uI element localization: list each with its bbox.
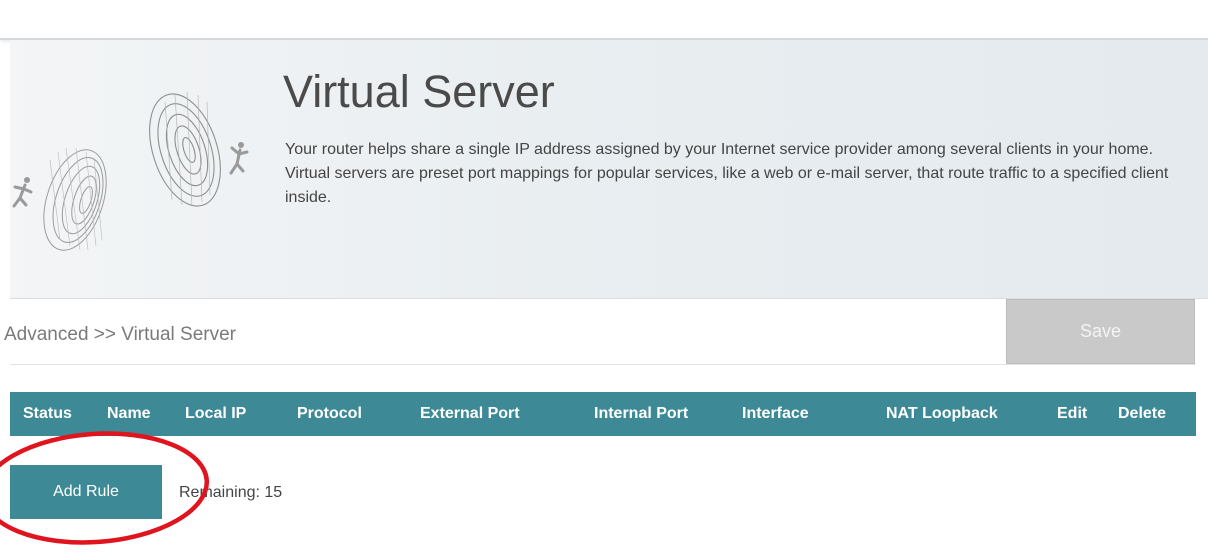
top-bar [0, 0, 1208, 40]
page-description: Your router helps share a single IP addr… [285, 141, 1169, 206]
column-edit[interactable]: Edit [1057, 392, 1087, 436]
table-header: Status Name Local IP Protocol External P… [10, 392, 1196, 436]
running-person-icon [12, 177, 33, 208]
tunnel-illustration [12, 91, 249, 251]
add-rule-button[interactable]: Add Rule [10, 465, 162, 519]
column-name[interactable]: Name [107, 392, 151, 436]
column-external-port[interactable]: External Port [420, 392, 520, 436]
breadcrumb: Advanced >> Virtual Server [4, 324, 237, 345]
column-protocol[interactable]: Protocol [297, 392, 362, 436]
page-title: Virtual Server [283, 66, 555, 117]
save-button[interactable]: Save [1006, 299, 1195, 364]
column-status[interactable]: Status [23, 392, 72, 436]
remaining-count: Remaining: 15 [179, 484, 283, 501]
column-delete[interactable]: Delete [1118, 392, 1166, 436]
column-nat-loopback[interactable]: NAT Loopback [886, 392, 998, 436]
column-internal-port[interactable]: Internal Port [594, 392, 688, 436]
column-local-ip[interactable]: Local IP [185, 392, 246, 436]
divider [10, 364, 1196, 365]
column-interface[interactable]: Interface [742, 392, 809, 436]
